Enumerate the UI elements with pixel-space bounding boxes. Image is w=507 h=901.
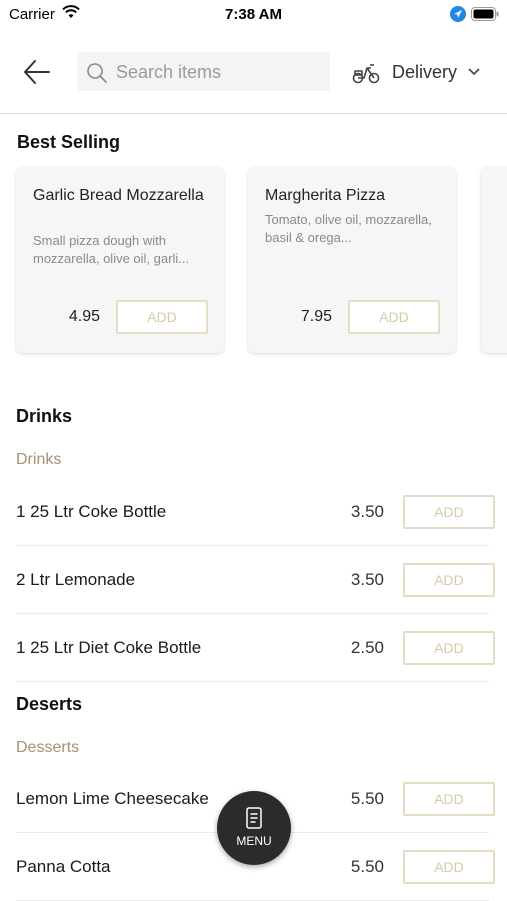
search-input[interactable]: Search items — [77, 52, 330, 91]
card-item-name: Garlic Bread Mozzarella — [33, 187, 204, 204]
search-icon — [87, 63, 107, 83]
status-bar: Carrier 7:38 AM — [0, 0, 507, 30]
best-selling-title: Best Selling — [17, 132, 121, 152]
card-item-price: 4.95 — [68, 308, 100, 325]
search-placeholder: Search items — [116, 62, 222, 82]
battery-icon — [471, 7, 499, 21]
best-selling-card[interactable]: Garlic Bread Mozzarella Small pizza doug… — [16, 167, 224, 353]
row-divider — [16, 681, 489, 682]
item-name: Panna Cotta — [16, 857, 111, 876]
add-button[interactable]: ADD — [348, 300, 440, 334]
item-price: 3.50 — [350, 502, 384, 521]
add-button[interactable]: ADD — [403, 850, 495, 884]
item-price: 3.50 — [350, 570, 384, 589]
menu-item-row[interactable]: 1 25 Ltr Diet Coke Bottle 2.50 ADD — [16, 614, 495, 682]
item-price: 5.50 — [350, 857, 384, 876]
drinks-section-title: Drinks — [16, 406, 73, 426]
delivery-mode-selector[interactable]: Delivery — [352, 58, 492, 86]
chevron-down-icon — [468, 68, 480, 76]
scooter-icon — [352, 64, 380, 84]
add-button[interactable]: ADD — [403, 563, 495, 597]
add-button[interactable]: ADD — [116, 300, 208, 334]
item-name: 1 25 Ltr Coke Bottle — [16, 502, 167, 521]
item-price: 2.50 — [350, 638, 384, 657]
menu-item-row[interactable]: 1 25 Ltr Coke Bottle 3.50 ADD — [16, 478, 495, 546]
drinks-subcategory-label: Drinks — [16, 451, 62, 468]
card-item-description: Small pizza dough with mozzarella, olive… — [33, 233, 190, 266]
deserts-subcategory-label: Desserts — [16, 739, 80, 756]
card-item-description: Tomato, olive oil, mozzarella, basil & o… — [265, 212, 432, 245]
item-price: 5.50 — [350, 789, 384, 808]
menu-button-label: MENU — [236, 834, 272, 848]
menu-item-row[interactable]: 2 Ltr Lemonade 3.50 ADD — [16, 546, 495, 614]
item-name: Lemon Lime Cheesecake — [16, 789, 209, 808]
top-bar: Search items Delivery — [0, 30, 507, 114]
status-time: 7:38 AM — [225, 6, 282, 23]
back-arrow-icon[interactable] — [22, 58, 52, 86]
add-button[interactable]: ADD — [403, 495, 495, 529]
card-item-name: Margherita Pizza — [265, 187, 386, 204]
menu-book-icon — [246, 807, 262, 829]
deserts-section-title: Deserts — [16, 694, 83, 714]
add-button[interactable]: ADD — [403, 631, 495, 665]
location-icon — [450, 6, 466, 22]
item-name: 1 25 Ltr Diet Coke Bottle — [16, 638, 202, 657]
card-item-price: 7.95 — [300, 308, 332, 325]
delivery-label: Delivery — [392, 62, 458, 82]
menu-button[interactable]: MENU — [217, 791, 291, 865]
add-button[interactable]: ADD — [403, 782, 495, 816]
best-selling-card-peek[interactable] — [481, 167, 507, 353]
best-selling-card[interactable]: Margherita Pizza Tomato, olive oil, mozz… — [248, 167, 456, 353]
item-name: 2 Ltr Lemonade — [16, 570, 136, 589]
